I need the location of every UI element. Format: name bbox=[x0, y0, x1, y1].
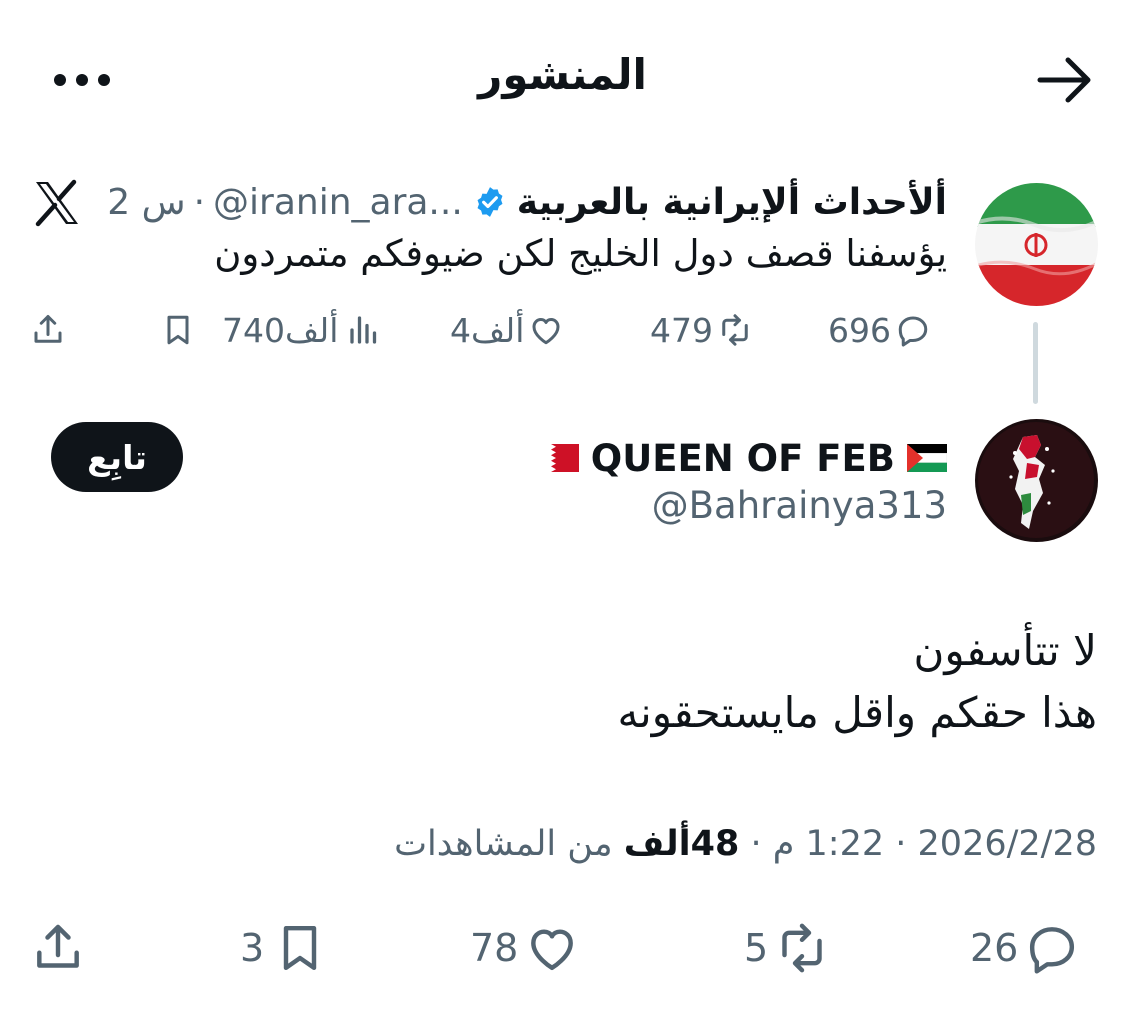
share-button[interactable] bbox=[30, 916, 86, 980]
verified-badge-icon bbox=[477, 187, 503, 217]
bookmark-button[interactable]: 3 bbox=[240, 916, 328, 980]
bookmark-icon bbox=[167, 315, 189, 345]
share-icon bbox=[37, 924, 79, 968]
bahrain-flag-icon bbox=[538, 444, 579, 472]
parent-repost-button[interactable]: 479 bbox=[650, 306, 753, 354]
views-count: 48ألف bbox=[623, 824, 740, 864]
parent-views-button[interactable]: 740ألف bbox=[222, 306, 382, 354]
page-title: المنشور bbox=[478, 50, 647, 99]
repost-icon bbox=[782, 923, 822, 973]
main-author-row: QUEEN OF FEB bbox=[538, 432, 947, 484]
bahrain-map-avatar-image bbox=[975, 419, 1098, 542]
parent-handle[interactable]: @iranin_ara... bbox=[213, 182, 463, 223]
parent-like-count: 4ألف bbox=[450, 310, 525, 350]
separator-dot: · bbox=[193, 181, 206, 223]
top-bar: المنشور bbox=[0, 0, 1125, 160]
reply-icon bbox=[1030, 927, 1075, 974]
tweet-metadata: 2026/2/28 · 1:22 م · 48ألف من المشاهدات bbox=[394, 824, 1097, 864]
heart-icon bbox=[532, 318, 560, 345]
heart-icon bbox=[531, 929, 574, 971]
main-tweet-line-2: هذا حقكم واقل مايستحقونه bbox=[617, 688, 1098, 737]
parent-bookmark-button[interactable] bbox=[160, 306, 196, 354]
parent-view-count: 740ألف bbox=[222, 310, 339, 350]
tweet-time[interactable]: 1:22 م bbox=[773, 824, 884, 864]
like-count: 78 bbox=[470, 926, 519, 970]
parent-tweet-header: ألأحداث ألإيرانية بالعربية @iranin_ara..… bbox=[107, 172, 947, 232]
main-avatar[interactable] bbox=[975, 419, 1098, 542]
tweet-date[interactable]: 2026/2/28 bbox=[918, 824, 1097, 864]
main-tweet-text: لا تتأسفون هذا حقكم واقل مايستحقونه bbox=[618, 620, 1098, 744]
main-author-name[interactable]: QUEEN OF FEB bbox=[591, 437, 895, 480]
parent-timestamp[interactable]: 2 س bbox=[107, 182, 185, 223]
repost-count: 5 bbox=[744, 926, 769, 970]
main-handle[interactable]: @Bahrainya313 bbox=[652, 484, 947, 527]
parent-like-button[interactable]: 4ألف bbox=[450, 306, 564, 354]
bookmark-icon bbox=[283, 925, 317, 971]
share-icon bbox=[34, 315, 62, 343]
iran-flag-avatar-image bbox=[975, 183, 1098, 306]
post-page: المنشور ألأحداث ألإيرانية بالعربية @iran… bbox=[0, 0, 1125, 1022]
reply-button[interactable]: 26 bbox=[970, 916, 1080, 980]
parent-avatar[interactable] bbox=[975, 183, 1098, 306]
reply-icon bbox=[898, 316, 928, 347]
repost-icon bbox=[722, 314, 748, 346]
repost-button[interactable]: 5 bbox=[744, 916, 830, 980]
parent-author-name[interactable]: ألأحداث ألإيرانية بالعربية bbox=[517, 182, 947, 223]
follow-button[interactable]: تابِع bbox=[51, 422, 183, 492]
like-button[interactable]: 78 bbox=[470, 916, 580, 980]
parent-tweet-text: يؤسفنا قصف دول الخليج لكن ضيوفكم متمردون bbox=[214, 232, 947, 275]
bookmark-count: 3 bbox=[240, 926, 265, 970]
palestine-flag-icon bbox=[907, 444, 947, 472]
thread-connector bbox=[1033, 322, 1038, 404]
parent-reply-count: 696 bbox=[828, 310, 891, 350]
parent-repost-count: 479 bbox=[650, 310, 713, 350]
analytics-icon bbox=[350, 316, 377, 344]
x-logo-icon bbox=[35, 179, 78, 227]
parent-share-button[interactable] bbox=[30, 306, 66, 354]
back-button[interactable] bbox=[1030, 50, 1100, 110]
parent-reply-button[interactable]: 696 bbox=[828, 306, 931, 354]
arrow-right-icon bbox=[1037, 57, 1091, 103]
views-label: من المشاهدات bbox=[394, 824, 613, 864]
reply-count: 26 bbox=[970, 926, 1019, 970]
main-tweet-line-1: لا تتأسفون bbox=[913, 626, 1097, 675]
